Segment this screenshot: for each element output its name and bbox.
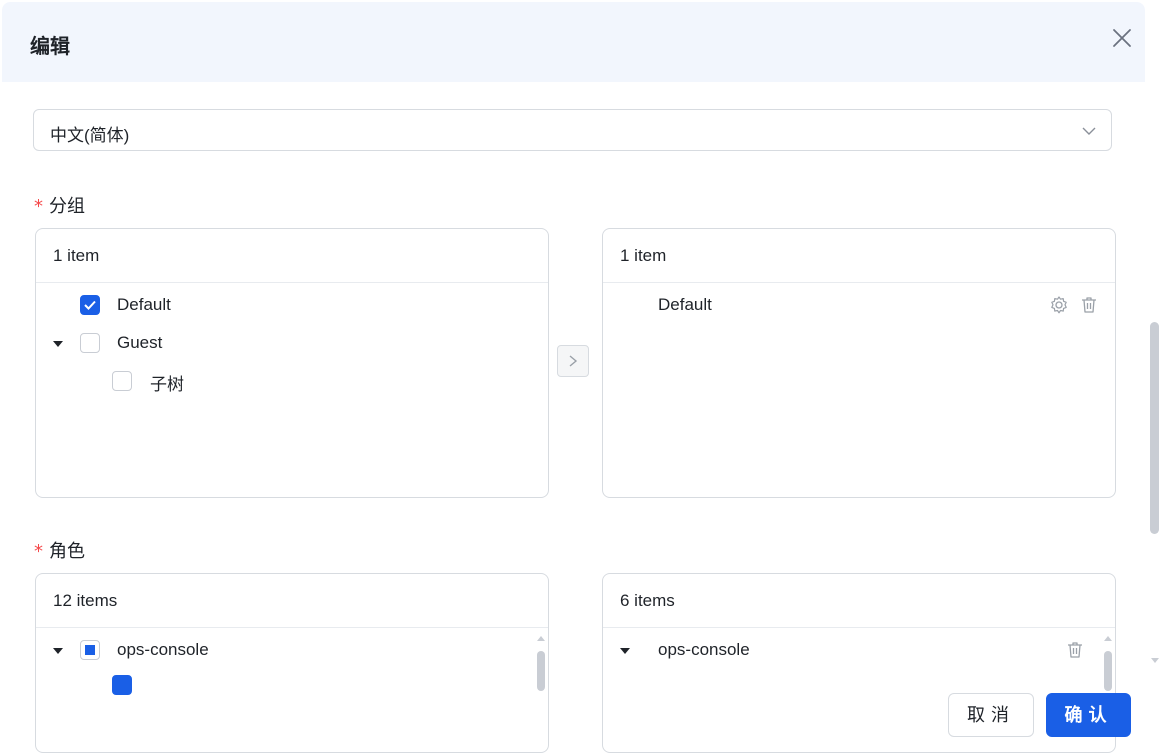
language-select-value: 中文(简体) [50,126,130,145]
role-source-panel: 12 items ops-console [35,573,549,753]
transfer-right-button[interactable] [557,345,589,377]
role-target-count: 6 items [620,591,675,610]
tree-item-guest[interactable]: Guest [36,329,548,359]
role-target-panel: 6 items ops-console [602,573,1116,753]
tree-item-default[interactable]: Default [36,291,548,321]
group-target-count: 1 item [620,246,667,265]
group-source-header: 1 item [36,229,548,283]
tree-item-label: Guest [117,333,163,352]
language-select[interactable]: 中文(简体) [33,109,1112,151]
caret-down-icon[interactable] [53,648,63,654]
tree-item-subtree[interactable]: 子树 [36,366,548,396]
checkbox-guest[interactable] [80,333,100,353]
caret-down-icon[interactable] [53,341,63,347]
tree-item-ops-console[interactable]: ops-console [36,636,534,666]
gear-icon[interactable] [1049,295,1069,315]
checkbox-default[interactable] [80,295,100,315]
role-label: * 角色 [34,537,85,563]
trash-icon[interactable] [1065,640,1085,660]
role-source-count: 12 items [53,591,118,610]
check-icon [84,300,96,310]
confirm-button[interactable]: 确认 [1046,693,1131,737]
selected-item-ops-console[interactable]: ops-console [603,636,1101,666]
group-label: * 分组 [34,192,85,218]
role-target-scrollbar[interactable] [1104,651,1112,691]
scroll-down-arrow[interactable] [1151,658,1159,663]
role-source-scrollbar[interactable] [537,651,545,691]
role-target-header: 6 items [603,574,1115,628]
required-mark: * [34,541,43,562]
role-source-header: 12 items [36,574,548,628]
role-label-text: 角色 [49,541,85,561]
selected-item-label: Default [658,295,712,314]
required-mark: * [34,196,43,217]
dialog-title: 编辑 [30,36,70,58]
group-source-panel: 1 item Default Guest 子树 [35,228,549,498]
checkbox-subtree[interactable] [112,371,132,391]
dialog-header: 编辑 [2,2,1145,82]
group-target-header: 1 item [603,229,1115,283]
group-label-text: 分组 [49,196,85,216]
tree-item-label: 子树 [150,375,184,394]
tree-item-label: Default [117,295,171,314]
trash-icon[interactable] [1079,295,1099,315]
tree-item-label: ops-console [117,640,209,659]
chevron-right-icon [569,355,578,367]
selected-item-default[interactable]: Default [603,291,1115,321]
dialog-scrollbar[interactable] [1150,322,1159,534]
scroll-up-arrow[interactable] [1104,636,1112,641]
caret-down-icon[interactable] [620,648,630,654]
checkbox-ops-console[interactable] [80,640,100,660]
group-target-panel: 1 item Default [602,228,1116,498]
checkbox-child-partial[interactable] [112,675,132,695]
cancel-button[interactable]: 取消 [948,693,1034,737]
group-source-count: 1 item [53,246,100,265]
scroll-up-arrow[interactable] [537,636,545,641]
selected-item-label: ops-console [658,640,750,659]
close-icon[interactable] [1110,26,1134,50]
chevron-down-icon [1082,127,1096,135]
